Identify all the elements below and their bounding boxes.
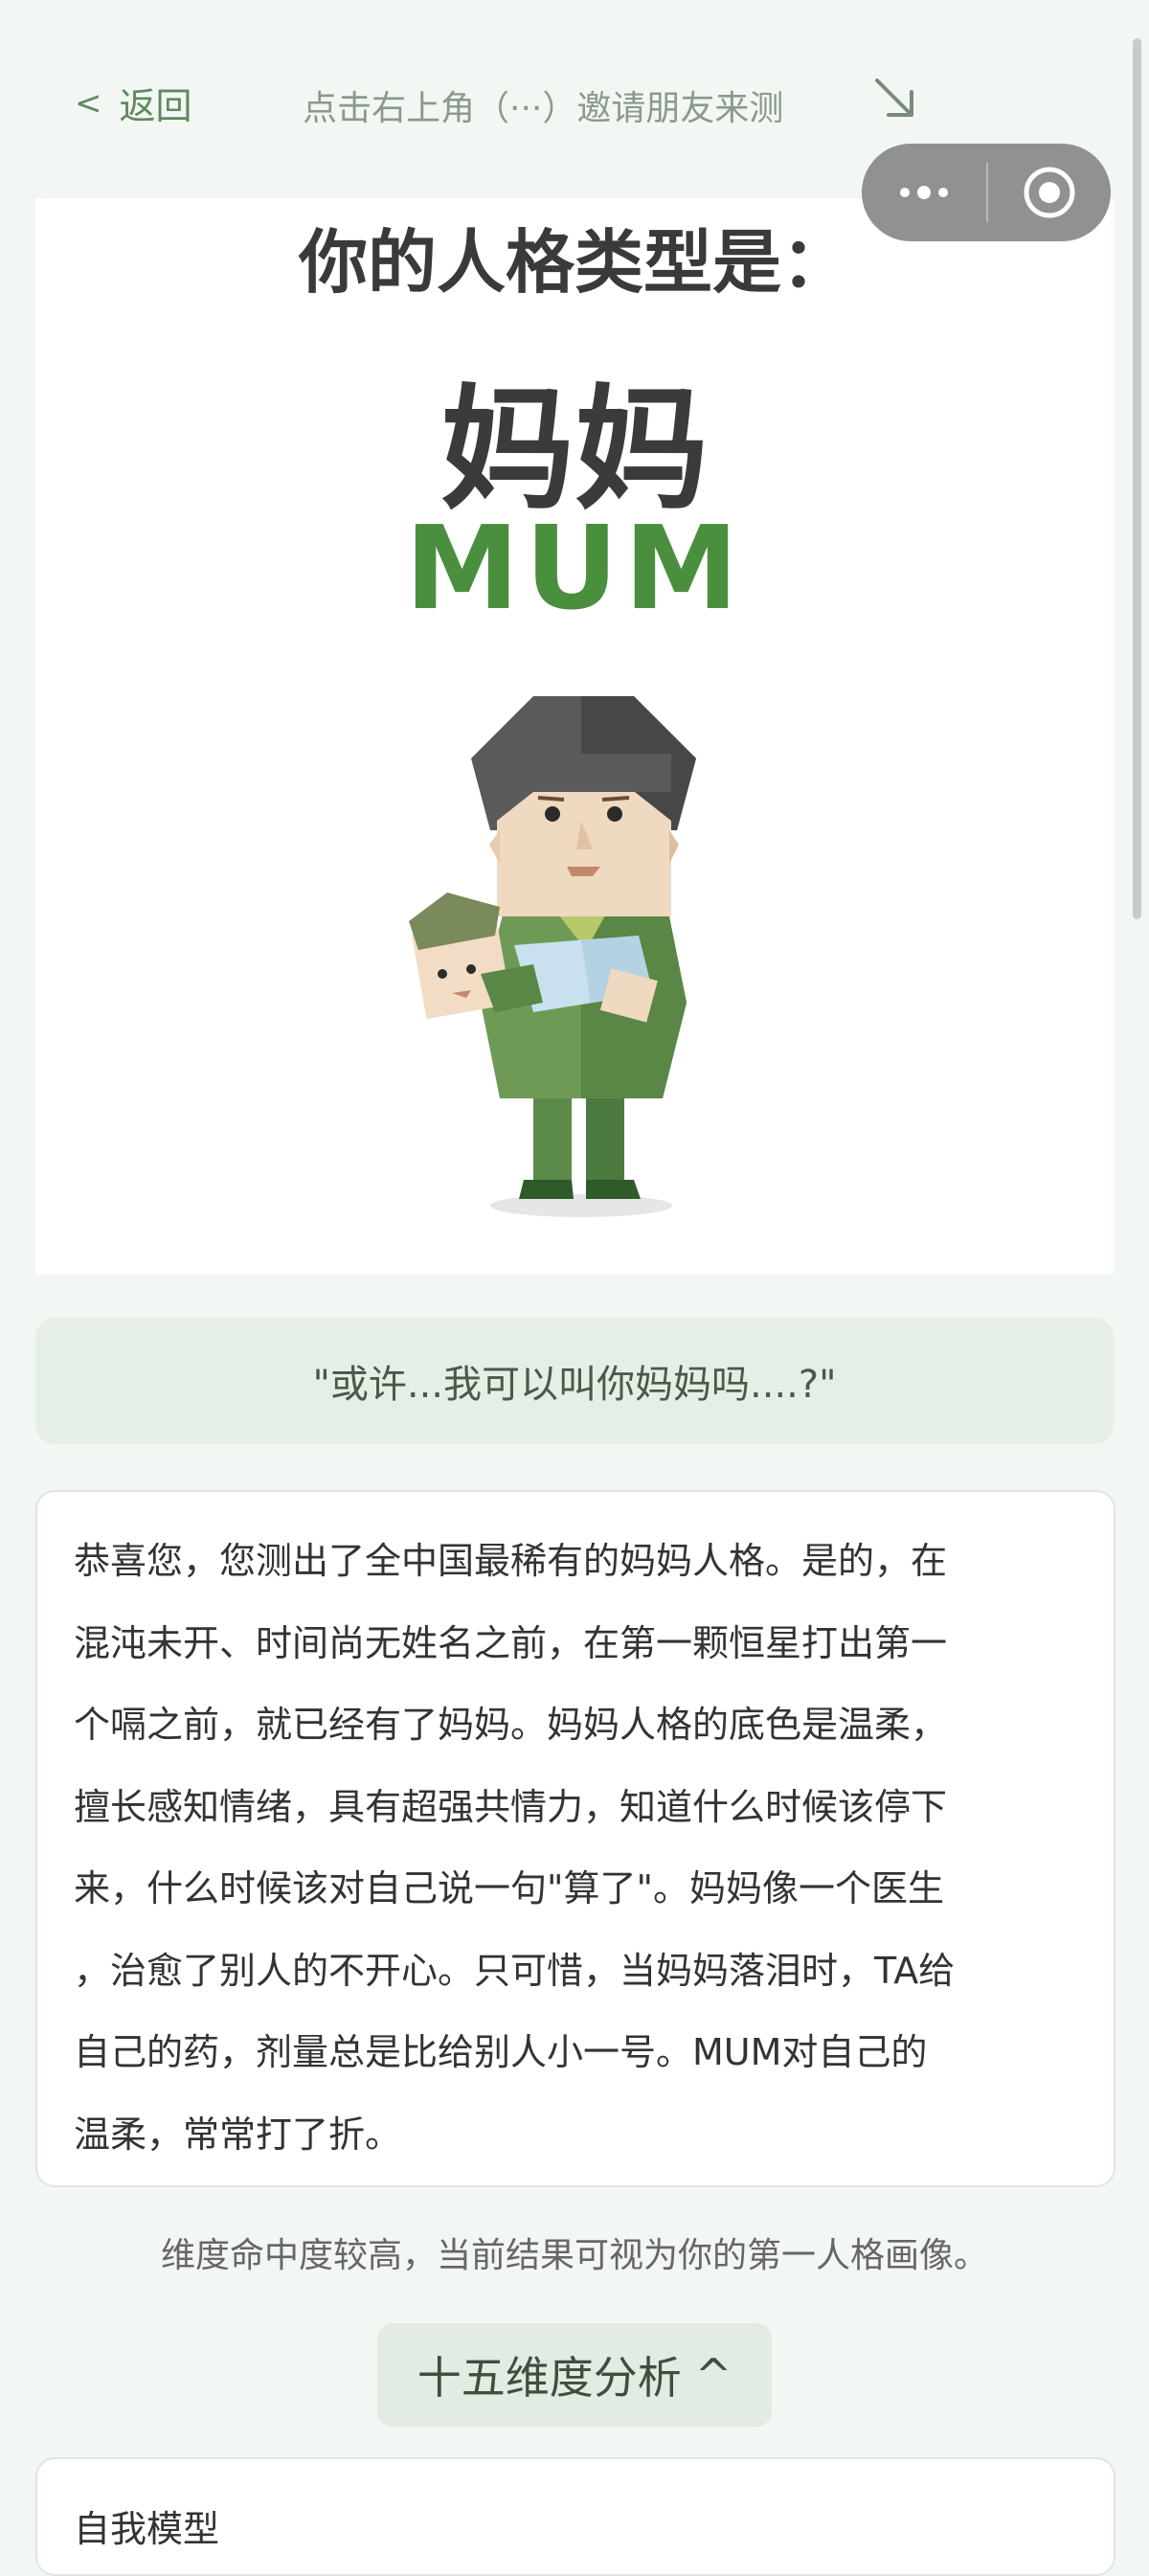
dimension-section-title: 自我模型 xyxy=(74,2508,220,2550)
description-text: 恭喜您，您测出了全中国最稀有的妈妈人格。是的，在 混沌未开、时间尚无姓名之前，在… xyxy=(74,1540,956,2156)
close-mini-program-button[interactable] xyxy=(988,144,1111,241)
chevron-up-icon: ^ xyxy=(694,2349,732,2401)
more-options-button[interactable] xyxy=(862,144,986,241)
arrow-down-right-icon xyxy=(875,79,913,117)
target-close-icon xyxy=(1024,167,1075,218)
analysis-button-label: 十五维度分析 xyxy=(417,2352,682,2404)
quote-text: "或许...我可以叫你妈妈吗....?" xyxy=(312,1363,837,1407)
dimension-section-card: 自我模型 xyxy=(35,2457,1115,2576)
more-dots-icon xyxy=(900,186,948,199)
top-navigation-bar: < 返回 点击右上角（···）邀请朋友来测 xyxy=(0,57,1149,153)
back-label: 返回 xyxy=(119,85,192,127)
back-button[interactable]: < 返回 xyxy=(75,77,192,129)
mini-program-capsule xyxy=(862,144,1111,241)
invite-hint-text: 点击右上角（···）邀请朋友来测 xyxy=(303,89,784,128)
mum-character-illustration xyxy=(409,696,696,1217)
confidence-note: 维度命中度较高，当前结果可视为你的第一人格画像。 xyxy=(160,2236,988,2275)
chevron-left-icon: < xyxy=(75,83,102,123)
personality-type-english: MUM xyxy=(404,503,745,636)
fifteen-dimension-analysis-button[interactable]: 十五维度分析 ^ xyxy=(377,2323,772,2427)
result-image-card: 你的人格类型是： 妈妈 MUM xyxy=(35,198,1114,1275)
page-scrollbar[interactable] xyxy=(1133,38,1141,919)
description-card: 恭喜您，您测出了全中国最稀有的妈妈人格。是的，在 混沌未开、时间尚无姓名之前，在… xyxy=(35,1490,1115,2187)
quote-box: "或许...我可以叫你妈妈吗....?" xyxy=(35,1318,1114,1444)
